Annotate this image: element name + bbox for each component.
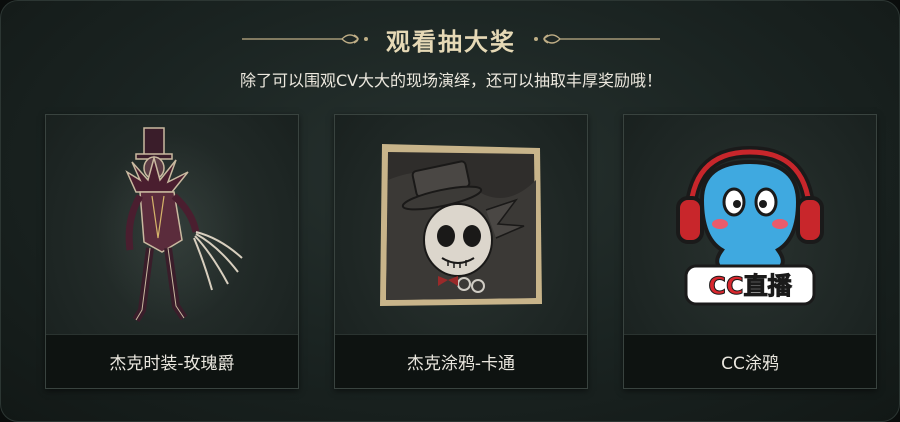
- left-flourish-icon: [242, 34, 368, 44]
- cc-live-mascot-icon: CC直播: [676, 145, 824, 305]
- prize-image: [46, 115, 298, 334]
- prize-card-cc-graffiti[interactable]: CC直播 CC涂鸦: [623, 114, 877, 389]
- prize-image: [335, 115, 587, 334]
- prize-label: CC涂鸦: [624, 334, 876, 388]
- page-subtitle: 除了可以围观CV大大的现场演绎，还可以抽取丰厚奖励哦！: [239, 71, 663, 90]
- prize-panel: 观看抽大奖 除了可以围观CV大大的现场演绎，还可以抽取丰厚奖励哦！ 杰克时装-玫…: [0, 0, 900, 422]
- cc-logo-text: CC直播: [708, 272, 792, 300]
- prize-label: 杰克涂鸦-卡通: [335, 334, 587, 388]
- prize-label: 杰克时装-玫瑰爵: [46, 334, 298, 388]
- prize-card-jack-graffiti[interactable]: 杰克涂鸦-卡通: [334, 114, 588, 389]
- prize-image: CC直播: [624, 115, 876, 334]
- title-row: 观看抽大奖: [1, 23, 899, 56]
- right-flourish-icon: [534, 34, 660, 44]
- page-title: 观看抽大奖: [386, 27, 516, 56]
- prize-card-jack-costume[interactable]: 杰克时装-玫瑰爵: [45, 114, 299, 389]
- jack-graffiti-cartoon-icon: [380, 143, 542, 306]
- jack-costume-figure-icon: [97, 126, 247, 325]
